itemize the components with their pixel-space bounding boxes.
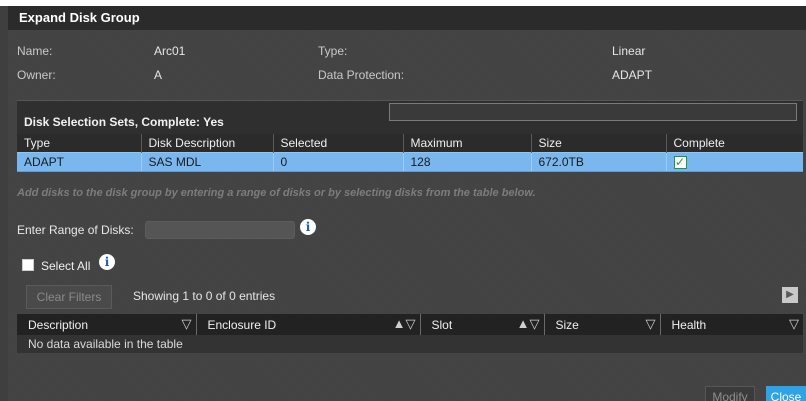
select-all-checkbox[interactable]: [22, 259, 34, 271]
col-slot[interactable]: Slot ▲▽: [420, 314, 545, 335]
table-row[interactable]: ADAPT SAS MDL 0 128 672.0TB ✓: [17, 151, 803, 172]
sort-filter-icon[interactable]: ▲▽: [517, 316, 540, 332]
filter-icon[interactable]: ▽: [182, 316, 192, 332]
col-enclosure-id-label: Enclosure ID: [207, 317, 277, 332]
entries-count: Showing 1 to 0 of 0 entries: [133, 289, 276, 303]
info-icon[interactable]: i: [99, 254, 115, 270]
range-of-disks-input[interactable]: [145, 221, 295, 239]
disk-table: Description ▽ Enclosure ID ▲▽ Slot ▲▽ Si…: [17, 314, 803, 353]
filter-icon[interactable]: ▽: [789, 316, 799, 332]
col-description-label: Description: [28, 317, 89, 332]
col-health-label: Health: [671, 317, 707, 332]
col-size-label: Size: [555, 317, 579, 332]
cell-complete: ✓: [666, 151, 803, 172]
type-label: Type:: [318, 44, 348, 58]
col-maximum[interactable]: Maximum: [403, 134, 532, 152]
type-value: Linear: [612, 44, 646, 58]
col-size[interactable]: Size: [531, 134, 667, 152]
col-type[interactable]: Type: [17, 134, 142, 152]
cell-maximum: 128: [403, 151, 532, 172]
filter-icon[interactable]: ▽: [646, 316, 656, 332]
data-protection-value: ADAPT: [612, 68, 653, 82]
empty-table-message: No data available in the table: [17, 335, 803, 353]
disk-selection-sets-title: Disk Selection Sets, Complete: Yes: [24, 115, 224, 129]
clear-filters-button[interactable]: Clear Filters: [26, 285, 112, 309]
sort-filter-icon[interactable]: ▲▽: [393, 316, 416, 332]
owner-value: A: [154, 68, 163, 82]
col-enclosure-id[interactable]: Enclosure ID ▲▽: [196, 314, 421, 335]
range-of-disks-label: Enter Range of Disks:: [17, 223, 134, 237]
name-value: Arc01: [154, 44, 186, 58]
owner-label: Owner:: [17, 68, 56, 82]
dialog-title: Expand Disk Group: [8, 6, 806, 30]
modify-button[interactable]: Modify: [705, 386, 755, 401]
expand-disk-group-dialog: Name: Arc01 Type: Linear Owner: A Data P…: [8, 30, 806, 401]
sets-search-input[interactable]: [389, 103, 797, 121]
cell-selected: 0: [273, 151, 404, 172]
cell-size: 672.0TB: [531, 151, 667, 172]
cell-type: ADAPT: [17, 151, 142, 172]
col-disk-description[interactable]: Disk Description: [141, 134, 274, 152]
col-complete[interactable]: Complete: [666, 134, 803, 152]
instruction-hint: Add disks to the disk group by entering …: [17, 187, 536, 199]
info-icon[interactable]: i: [300, 219, 316, 235]
disk-selection-sets-header: Disk Selection Sets, Complete: Yes: [17, 100, 803, 134]
check-icon: ✓: [673, 154, 687, 169]
close-button[interactable]: Close: [766, 386, 806, 401]
export-icon[interactable]: ▶: [782, 287, 798, 303]
col-description[interactable]: Description ▽: [17, 314, 197, 335]
select-all-label: Select All: [41, 259, 91, 273]
col-selected[interactable]: Selected: [273, 134, 404, 152]
col-size[interactable]: Size ▽: [544, 314, 661, 335]
cell-description: SAS MDL: [141, 151, 274, 172]
table-row: No data available in the table: [17, 335, 803, 353]
col-health[interactable]: Health ▽: [660, 314, 803, 335]
col-slot-label: Slot: [431, 317, 453, 332]
name-label: Name:: [17, 44, 53, 58]
disk-selection-sets-table: Type Disk Description Selected Maximum S…: [17, 134, 803, 172]
data-protection-label: Data Protection:: [318, 68, 405, 82]
